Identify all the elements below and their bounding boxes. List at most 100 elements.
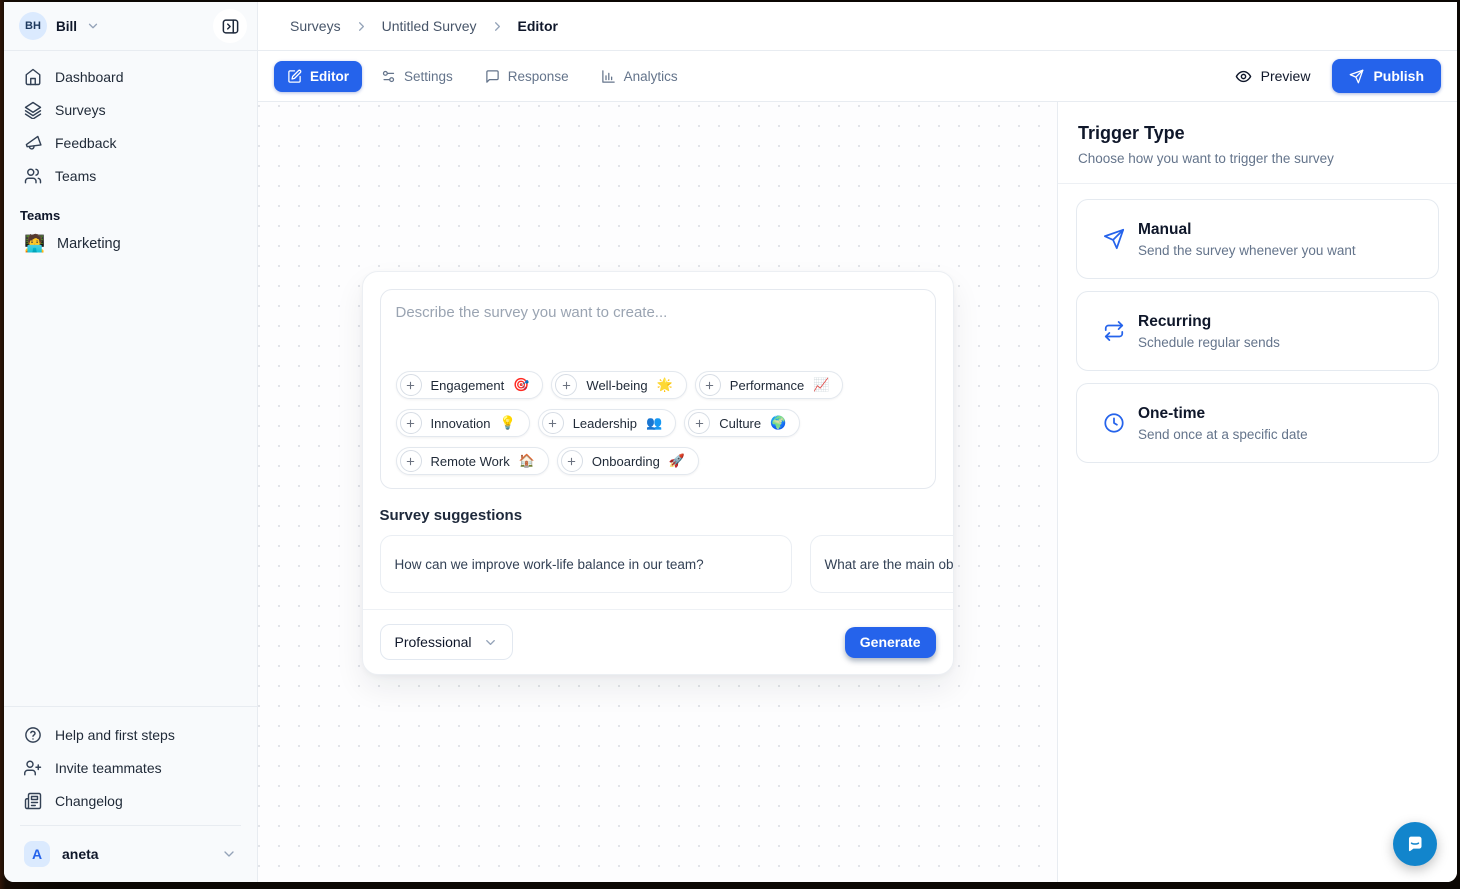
sidebar-item-surveys[interactable]: Surveys [14, 94, 247, 126]
editor-canvas[interactable]: Engagement 🎯 Well-being 🌟 Performance [258, 102, 1057, 882]
app-window: BH Bill Dashboard [4, 2, 1457, 882]
chevron-down-icon [86, 19, 100, 33]
chip-onboarding[interactable]: Onboarding 🚀 [557, 447, 699, 475]
chat-bubble-icon [1402, 831, 1428, 857]
light-bulb-emoji-icon: 💡 [500, 415, 516, 431]
house-emoji-icon: 🏠 [519, 453, 535, 469]
globe-emoji-icon: 🌍 [770, 415, 786, 431]
option-description: Send once at a specific date [1138, 427, 1308, 442]
chip-label: Innovation [431, 416, 491, 431]
sidebar-nav: Dashboard Surveys Feedback Teams [4, 51, 257, 259]
chip-well-being[interactable]: Well-being 🌟 [551, 371, 686, 399]
option-description: Schedule regular sends [1138, 335, 1280, 350]
sidebar-item-help[interactable]: Help and first steps [14, 719, 247, 751]
suggestion-row: How can we improve work-life balance in … [380, 535, 953, 593]
survey-suggestions: Survey suggestions How can we improve wo… [363, 497, 953, 609]
trigger-option-manual[interactable]: Manual Send the survey whenever you want [1076, 199, 1439, 279]
busts-emoji-icon: 👥 [646, 415, 662, 431]
clock-icon [1103, 412, 1125, 434]
option-description: Send the survey whenever you want [1138, 243, 1356, 258]
chip-performance[interactable]: Performance 📈 [695, 371, 844, 399]
trigger-option-one-time[interactable]: One-time Send once at a specific date [1076, 383, 1439, 463]
tab-label: Analytics [624, 69, 678, 84]
plus-icon [400, 412, 422, 434]
suggestion-text: What are the main ob [825, 557, 953, 572]
sidebar-item-team-marketing[interactable]: 🧑‍💻 Marketing [14, 229, 247, 259]
chip-engagement[interactable]: Engagement 🎯 [396, 371, 544, 399]
option-text: Manual Send the survey whenever you want [1138, 221, 1356, 258]
panel-collapse-icon [221, 17, 240, 36]
team-name: Marketing [57, 236, 121, 252]
chat-launcher-button[interactable] [1393, 822, 1437, 866]
suggestions-title: Survey suggestions [380, 507, 953, 524]
account-menu[interactable]: A aneta [14, 834, 247, 874]
trigger-panel-header: Trigger Type Choose how you want to trig… [1058, 102, 1457, 184]
survey-composer-card: Engagement 🎯 Well-being 🌟 Performance [362, 271, 954, 675]
option-title: Recurring [1138, 313, 1280, 331]
account-name: aneta [62, 846, 99, 862]
megaphone-icon [24, 134, 42, 152]
option-text: Recurring Schedule regular sends [1138, 313, 1280, 350]
sidebar-item-label: Dashboard [55, 69, 124, 85]
send-icon [1103, 228, 1125, 250]
send-icon [1349, 69, 1364, 84]
rocket-emoji-icon: 🚀 [669, 453, 685, 469]
content-row: Engagement 🎯 Well-being 🌟 Performance [258, 102, 1457, 882]
preview-button[interactable]: Preview [1225, 60, 1321, 93]
chip-label: Onboarding [592, 454, 660, 469]
chevron-right-icon [490, 19, 505, 34]
divider [20, 825, 241, 826]
panel-title: Trigger Type [1078, 123, 1437, 144]
tone-select[interactable]: Professional [380, 624, 513, 660]
technologist-emoji-icon: 🧑‍💻 [24, 234, 44, 254]
publish-label: Publish [1373, 68, 1424, 84]
trigger-option-recurring[interactable]: Recurring Schedule regular sends [1076, 291, 1439, 371]
message-square-icon [485, 69, 500, 84]
chevron-right-icon [354, 19, 369, 34]
sidebar-item-dashboard[interactable]: Dashboard [14, 61, 247, 93]
sidebar-item-invite[interactable]: Invite teammates [14, 752, 247, 784]
chip-culture[interactable]: Culture 🌍 [684, 409, 800, 437]
newspaper-icon [24, 792, 42, 810]
suggestion-card[interactable]: What are the main ob [810, 535, 953, 593]
tab-editor[interactable]: Editor [274, 61, 362, 92]
tab-label: Settings [404, 69, 453, 84]
suggestion-text: How can we improve work-life balance in … [395, 557, 704, 572]
bar-chart-icon [601, 69, 616, 84]
workspace-switcher[interactable]: BH Bill [19, 12, 100, 40]
chip-innovation[interactable]: Innovation 💡 [396, 409, 530, 437]
repeat-icon [1103, 320, 1125, 342]
tab-response[interactable]: Response [472, 61, 582, 92]
trigger-options: Manual Send the survey whenever you want… [1058, 184, 1457, 490]
trigger-type-panel: Trigger Type Choose how you want to trig… [1057, 102, 1457, 882]
sidebar-item-feedback[interactable]: Feedback [14, 127, 247, 159]
chip-leadership[interactable]: Leadership 👥 [538, 409, 677, 437]
generate-button[interactable]: Generate [845, 627, 936, 658]
survey-prompt-input[interactable] [396, 304, 920, 366]
publish-button[interactable]: Publish [1332, 59, 1441, 93]
sidebar-item-label: Invite teammates [55, 760, 162, 776]
topic-chips: Engagement 🎯 Well-being 🌟 Performance [396, 371, 920, 475]
teams-section-label: Teams [20, 208, 241, 223]
sidebar-item-teams[interactable]: Teams [14, 160, 247, 192]
sidebar-item-label: Teams [55, 168, 96, 184]
sidebar-item-label: Surveys [55, 102, 106, 118]
sidebar-item-changelog[interactable]: Changelog [14, 785, 247, 817]
chevron-down-icon [483, 635, 498, 650]
collapse-sidebar-button[interactable] [213, 9, 247, 43]
breadcrumb-surveys[interactable]: Surveys [290, 18, 341, 34]
plus-icon [561, 450, 583, 472]
chip-remote-work[interactable]: Remote Work 🏠 [396, 447, 549, 475]
tab-analytics[interactable]: Analytics [588, 61, 691, 92]
tab-settings[interactable]: Settings [368, 61, 466, 92]
users-icon [24, 167, 42, 185]
breadcrumb-untitled-survey[interactable]: Untitled Survey [382, 18, 477, 34]
sidebar: BH Bill Dashboard [4, 2, 258, 882]
tone-value: Professional [395, 634, 472, 650]
plus-icon [400, 450, 422, 472]
sidebar-item-label: Changelog [55, 793, 123, 809]
plus-icon [688, 412, 710, 434]
suggestion-card[interactable]: How can we improve work-life balance in … [380, 535, 792, 593]
toolbar-actions: Preview Publish [1225, 59, 1441, 93]
tab-label: Response [508, 69, 569, 84]
